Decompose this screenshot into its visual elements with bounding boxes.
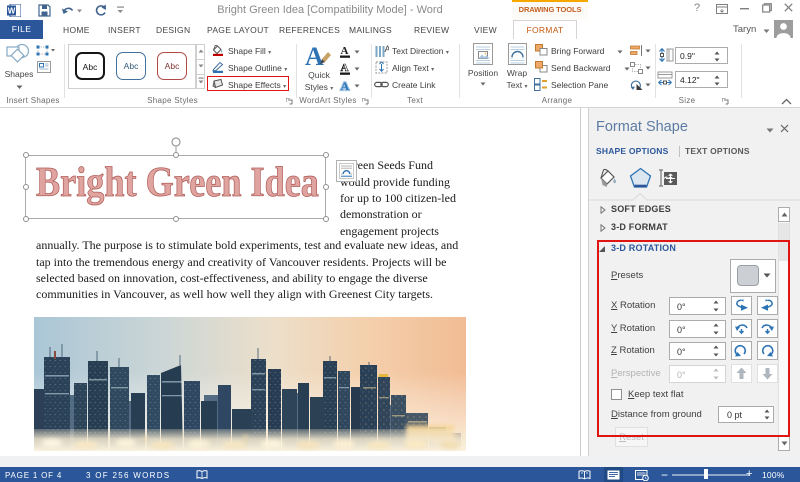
svg-text:A: A (341, 62, 349, 74)
svg-text:A: A (385, 44, 390, 54)
svg-text:A: A (341, 45, 349, 57)
svg-text:A: A (305, 43, 324, 70)
svg-text:A: A (341, 79, 350, 92)
